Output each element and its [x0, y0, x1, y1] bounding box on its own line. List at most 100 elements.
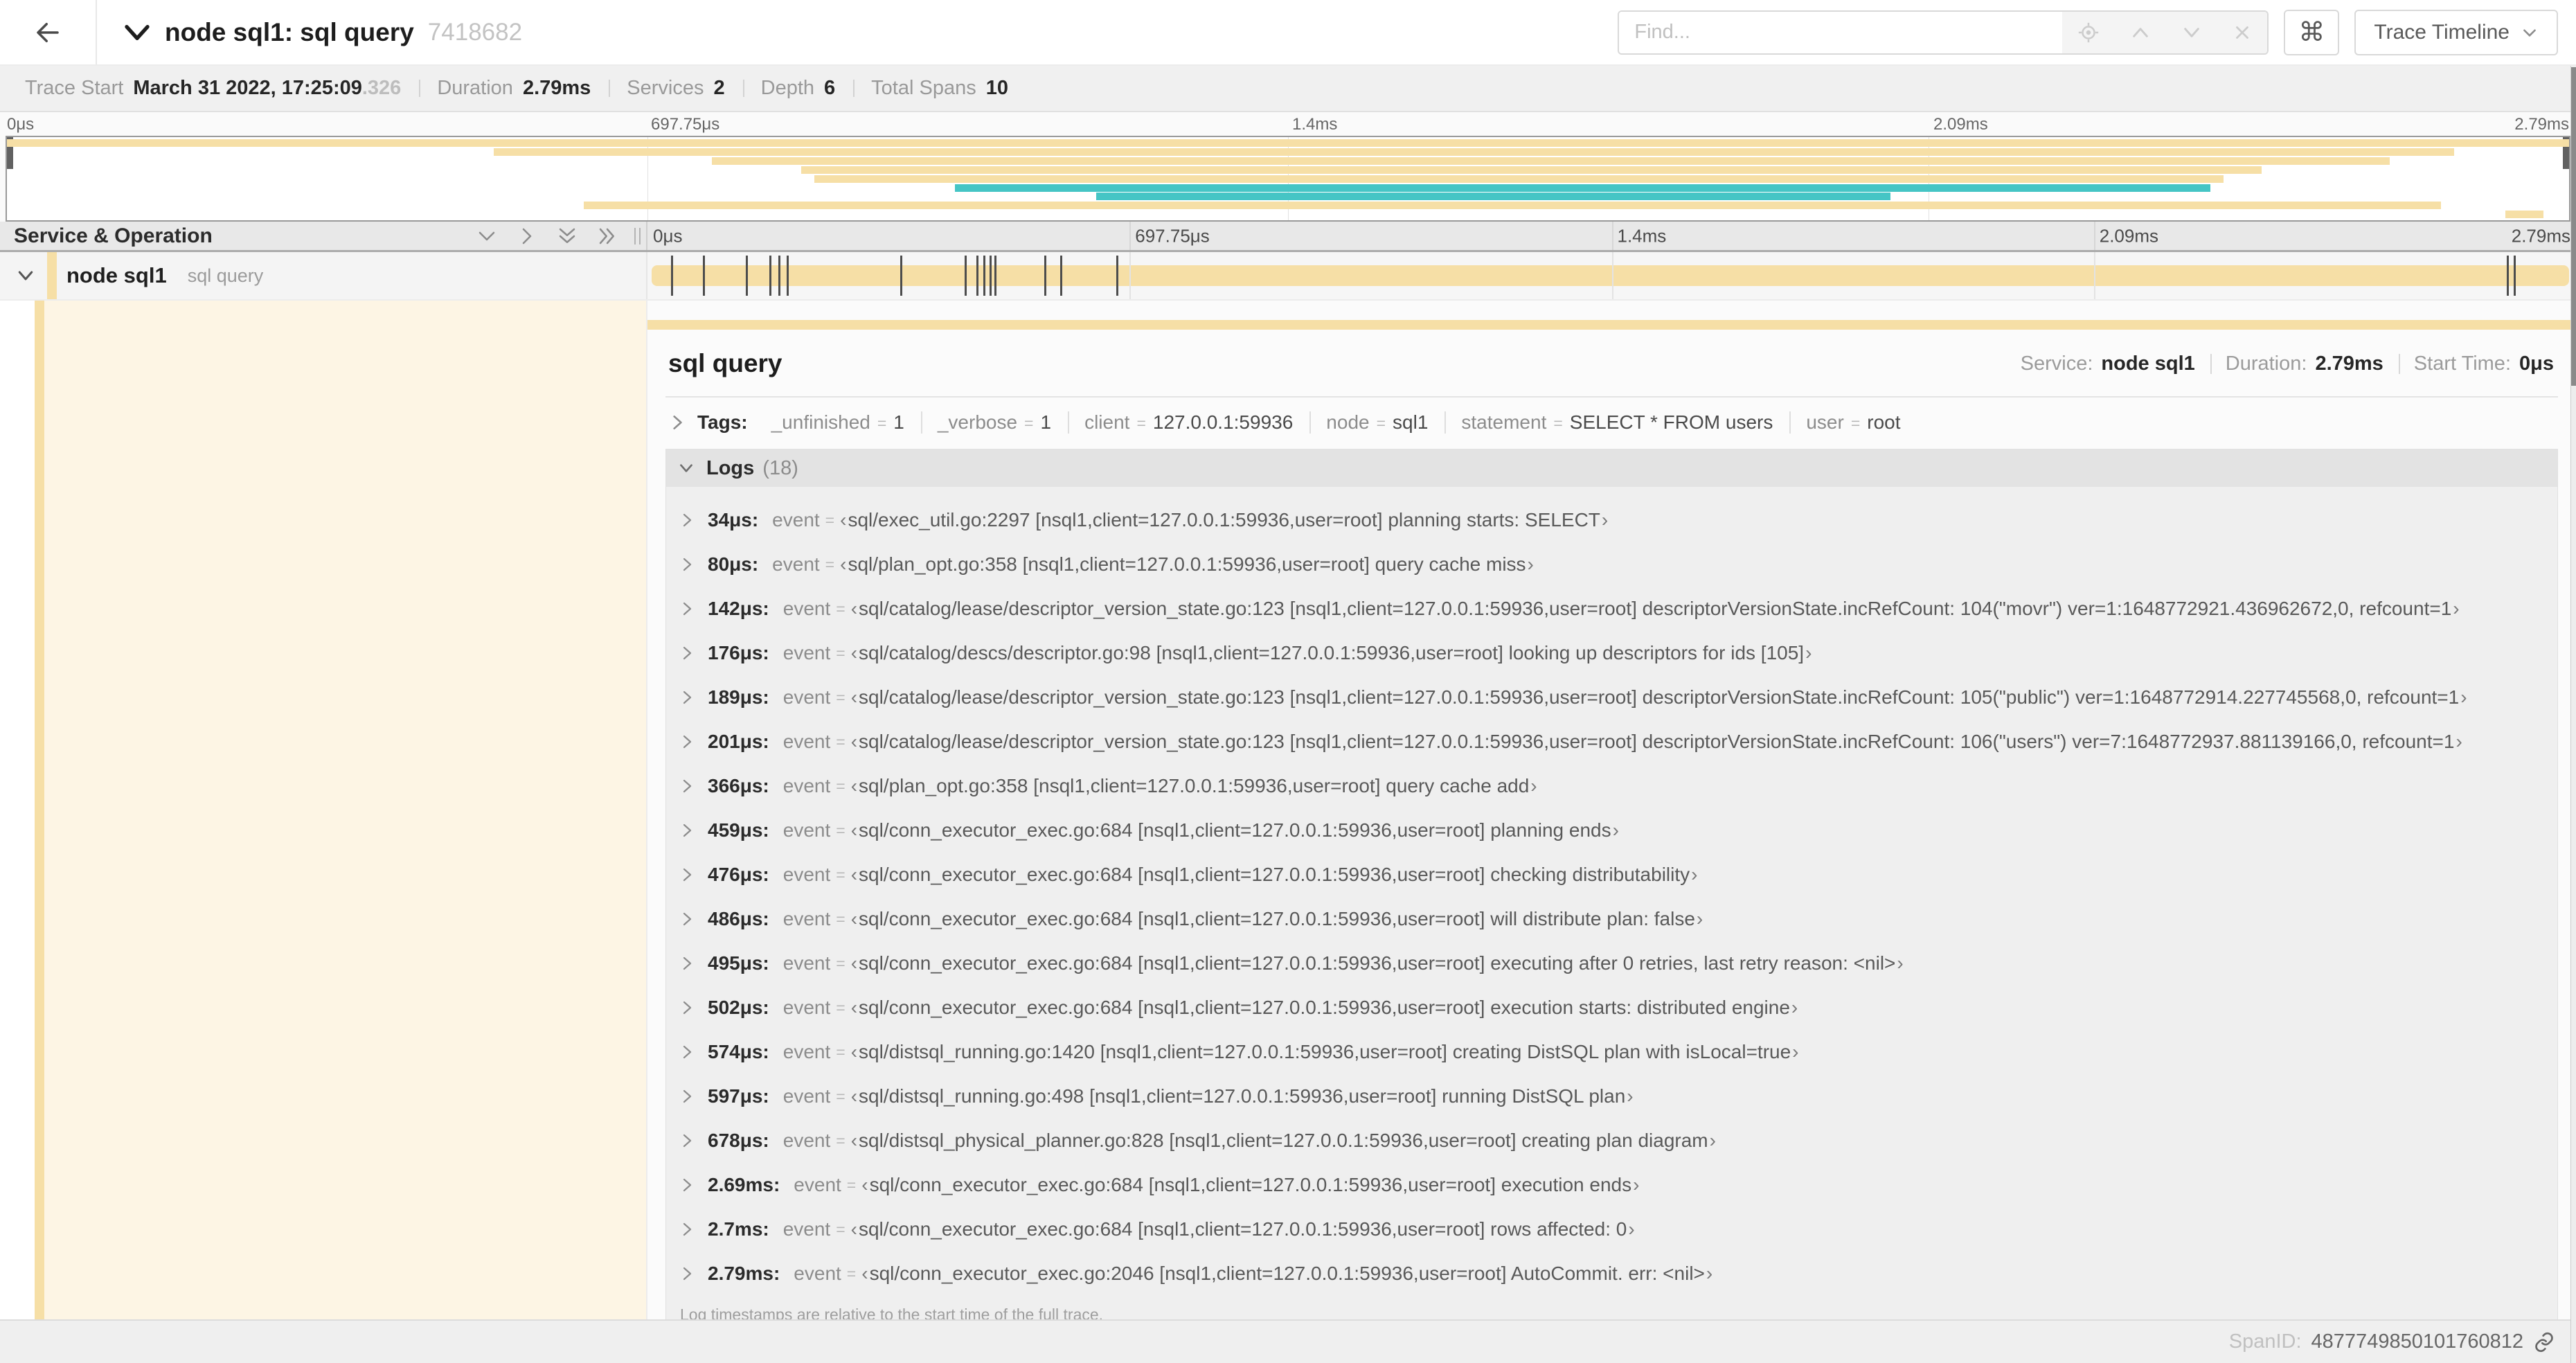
title-group: node sql1: sql query 7418682 — [97, 18, 1618, 47]
trace-summary-label: Depth — [760, 77, 815, 99]
minimap-tick-label: 697.75μs — [651, 115, 720, 134]
equals-sign: = — [836, 909, 846, 928]
log-expand-chevron-right-icon[interactable] — [679, 911, 695, 927]
log-expand-chevron-right-icon[interactable] — [679, 600, 695, 617]
log-field-value: sql/distsql_physical_planner.go:828 [nsq… — [851, 1130, 1716, 1152]
log-entry[interactable]: 476μs: event = sql/conn_executor_exec.go:68… — [666, 853, 2557, 897]
expand-all-double-chevron-right-icon[interactable] — [597, 226, 618, 247]
operation-name: sql query — [187, 265, 264, 286]
log-marker — [1044, 256, 1046, 296]
log-expand-chevron-right-icon[interactable] — [679, 512, 695, 528]
log-entry[interactable]: 574μs: event = sql/distsql_running.go:1420 … — [666, 1030, 2557, 1074]
expand-one-chevron-right-icon[interactable] — [517, 226, 537, 247]
find-input[interactable] — [1619, 11, 2063, 53]
log-expand-chevron-right-icon[interactable] — [679, 955, 695, 972]
page-title: node sql1: sql query — [165, 17, 414, 46]
collapse-all-double-chevron-down-icon[interactable] — [557, 226, 578, 247]
log-entry[interactable]: 2.79ms: event =sql/conn_executor_exec.go:2… — [666, 1251, 2557, 1296]
log-expand-chevron-right-icon[interactable] — [679, 999, 695, 1016]
timeline-gridline — [2093, 252, 2095, 299]
log-entry[interactable]: 176μs: event = sql/catalog/descs/descriptor… — [666, 631, 2557, 675]
log-marker — [983, 256, 986, 296]
log-entry[interactable]: 486μs: event = sql/conn_executor_exec.go:68… — [666, 897, 2557, 941]
log-entry[interactable]: 80μs: event = sql/plan_opt.go:358 [nsql1,cl… — [666, 542, 2557, 587]
keyboard-shortcut-button[interactable]: ⌘ — [2284, 9, 2340, 55]
log-expand-chevron-right-icon[interactable] — [679, 689, 695, 706]
log-expand-chevron-right-icon[interactable] — [679, 556, 695, 573]
log-entry[interactable]: 34μs: event = sql/exec_util.go:2297 [nsql1,… — [666, 498, 2557, 542]
log-entry[interactable]: 201μs: event = sql/catalog/lease/descriptor… — [666, 720, 2557, 764]
logs-section: Logs (18) 34μs: event = sql/exec_util.go:22… — [665, 449, 2558, 1319]
log-field-value: sql/catalog/lease/descriptor_version_sta… — [851, 731, 2462, 753]
log-expand-chevron-right-icon[interactable] — [679, 1132, 695, 1149]
log-field-value: sql/distsql_running.go:498 [nsql1,client… — [851, 1085, 1634, 1107]
log-field-value: sql/plan_opt.go:358 [nsql1,client=127.0.… — [851, 775, 1537, 797]
log-timestamp: 502μs: — [708, 997, 769, 1018]
deep-link-icon[interactable] — [2533, 1331, 2555, 1353]
equals-sign: = — [836, 1131, 846, 1150]
log-field-key: event — [782, 598, 831, 619]
log-entry[interactable]: 2.7ms: event = sql/conn_executor_exec.go:68… — [666, 1207, 2557, 1251]
trace-summary-item: Trace Start March 31 2022, 17:25:09.326 — [7, 77, 419, 100]
log-entry[interactable]: 2.69ms: event =sql/conn_executor_exec.go:6… — [666, 1163, 2557, 1207]
next-match-icon[interactable] — [2181, 21, 2203, 44]
log-expand-chevron-right-icon[interactable] — [679, 1221, 695, 1238]
log-field-key: event — [782, 1041, 831, 1062]
log-expand-chevron-right-icon[interactable] — [679, 1044, 695, 1060]
scrollbar-thumb[interactable] — [2571, 67, 2576, 386]
locate-icon[interactable] — [2077, 21, 2100, 44]
log-field-key: event — [782, 1130, 831, 1151]
minimap-canvas[interactable] — [6, 136, 2570, 222]
log-expand-chevron-right-icon[interactable] — [679, 866, 695, 883]
log-expand-chevron-right-icon[interactable] — [679, 822, 695, 839]
prev-match-icon[interactable] — [2129, 21, 2152, 44]
logs-collapse-chevron-down-icon[interactable] — [677, 459, 695, 477]
view-selector-button[interactable]: Trace Timeline — [2354, 9, 2558, 55]
log-expand-chevron-right-icon[interactable] — [679, 733, 695, 750]
tags-row[interactable]: Tags: _unfinished = 1 _verbose = 1 client = 127.… — [665, 398, 2558, 446]
span-timeline[interactable] — [647, 252, 2576, 299]
back-button[interactable] — [0, 0, 97, 64]
log-entry[interactable]: 142μs: event = sql/catalog/lease/descriptor… — [666, 587, 2557, 631]
logs-header[interactable]: Logs (18) — [666, 449, 2557, 487]
log-field-value: sql/conn_executor_exec.go:684 [nsql1,cli… — [861, 1174, 1639, 1196]
log-expand-chevron-right-icon[interactable] — [679, 1265, 695, 1282]
tags-expand-chevron-right-icon[interactable] — [668, 413, 686, 431]
log-field-key: event — [782, 731, 831, 752]
log-field-key: event — [782, 997, 831, 1018]
column-resizer[interactable] — [634, 227, 641, 244]
trace-summary-value: 6 — [824, 77, 836, 99]
log-expand-chevron-right-icon[interactable] — [679, 1088, 695, 1105]
timeline-gridline — [1129, 222, 1132, 250]
log-entry[interactable]: 678μs: event = sql/distsql_physical_planner… — [666, 1119, 2557, 1163]
span-duration-bar[interactable] — [651, 265, 2570, 286]
log-field-key: event — [794, 1174, 841, 1195]
tags-items: _unfinished = 1 _verbose = 1 client = 127.0.0.1:… — [755, 411, 1917, 434]
log-expand-chevron-right-icon[interactable] — [679, 778, 695, 794]
span-collapse-chevron-icon[interactable] — [15, 265, 36, 286]
detail-meta-item: Service: node sql1 — [2005, 353, 2210, 375]
log-timestamp: 142μs: — [708, 598, 769, 619]
clear-search-icon[interactable] — [2232, 22, 2253, 43]
log-entry[interactable]: 189μs: event = sql/catalog/lease/descriptor… — [666, 675, 2557, 720]
tag-item: statement = SELECT * FROM users — [1444, 411, 1789, 434]
equals-sign: = — [836, 776, 846, 795]
span-detail-title: sql query — [668, 349, 782, 377]
collapse-one-chevron-down-icon[interactable] — [476, 226, 497, 247]
page-scrollbar[interactable] — [2570, 66, 2576, 1363]
log-expand-chevron-right-icon[interactable] — [679, 645, 695, 661]
log-timestamp: 2.79ms: — [708, 1263, 780, 1284]
tag-key: node — [1326, 411, 1370, 433]
log-entry[interactable]: 366μs: event = sql/plan_opt.go:358 [nsql1,c… — [666, 764, 2557, 808]
log-entry[interactable]: 459μs: event = sql/conn_executor_exec.go:68… — [666, 808, 2557, 853]
log-entry[interactable]: 502μs: event = sql/conn_executor_exec.go:68… — [666, 986, 2557, 1030]
view-selector-label: Trace Timeline — [2374, 20, 2510, 44]
trace-collapse-chevron-icon[interactable] — [123, 22, 151, 43]
tags-label: Tags: — [697, 411, 748, 433]
log-entry[interactable]: 597μs: event = sql/distsql_running.go:498 [… — [666, 1074, 2557, 1119]
equals-sign: = — [1136, 414, 1146, 432]
log-entry[interactable]: 495μs: event = sql/conn_executor_exec.go:68… — [666, 941, 2557, 986]
span-row-service[interactable]: node sql1 sql query — [0, 252, 647, 299]
log-expand-chevron-right-icon[interactable] — [679, 1177, 695, 1193]
equals-sign: = — [1376, 414, 1386, 432]
